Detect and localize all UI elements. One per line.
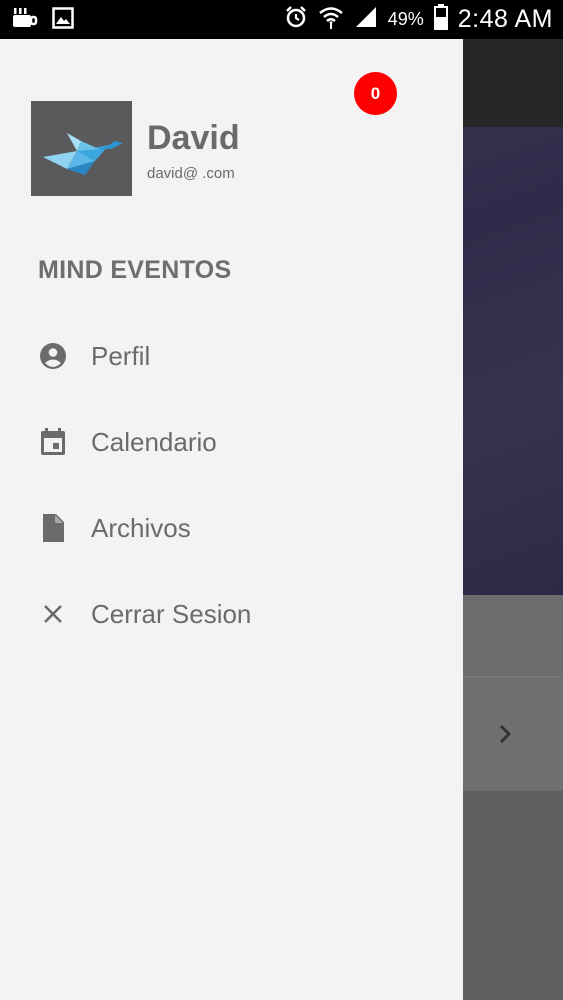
user-name: David (147, 119, 240, 157)
battery-percent: 49% (387, 9, 424, 29)
avatar[interactable] (31, 101, 132, 196)
close-icon (38, 599, 68, 629)
account-circle-icon (38, 341, 68, 371)
menu-item-label: Perfil (91, 340, 151, 371)
clock: 2:48 AM (457, 5, 553, 33)
wifi-icon (318, 4, 344, 35)
file-icon (38, 513, 68, 543)
battery-icon (433, 4, 448, 35)
menu-item-label: Cerrar Sesion (91, 598, 252, 629)
chevron-right-icon (494, 723, 516, 745)
section-title: MIND EVENTOS (38, 256, 232, 284)
menu-item-perfil[interactable]: Perfil (0, 321, 463, 391)
navigation-drawer: 0 David david@ .com MIND EVENTOS Perfil (0, 39, 463, 1000)
cup-icon (12, 6, 38, 35)
menu-item-label: Archivos (91, 512, 191, 543)
menu-item-archivos[interactable]: Archivos (0, 493, 463, 563)
bird-logo-icon (42, 132, 123, 175)
alarm-icon (284, 5, 308, 34)
menu-item-label: Calendario (91, 426, 217, 457)
signal-icon (354, 5, 378, 34)
status-bar: 49% 2:48 AM (0, 0, 563, 39)
image-icon (52, 7, 74, 34)
menu-item-calendario[interactable]: Calendario (0, 407, 463, 477)
calendar-icon (38, 427, 68, 457)
notification-badge[interactable]: 0 (354, 72, 397, 115)
user-email: david@ .com (147, 165, 235, 182)
menu-item-cerrar-sesion[interactable]: Cerrar Sesion (0, 579, 463, 649)
